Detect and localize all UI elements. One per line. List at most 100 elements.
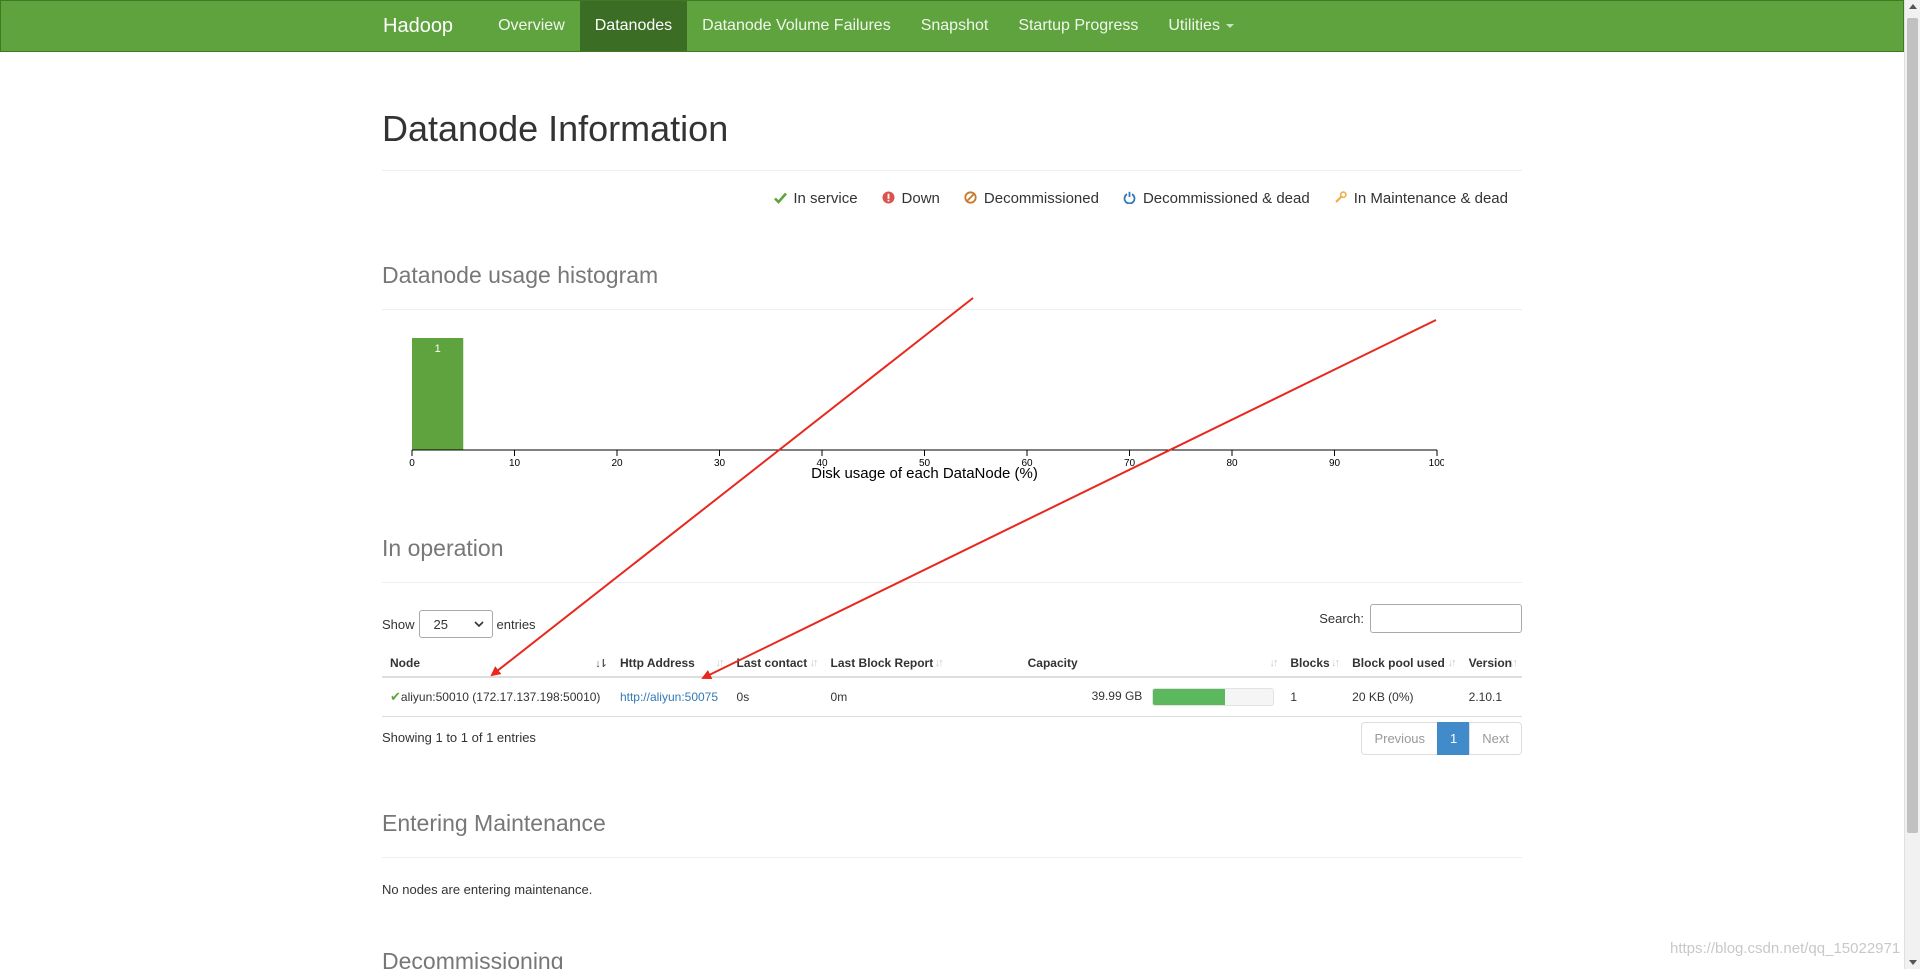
node-name: aliyun:50010 (172.17.137.198:50010) — [400, 690, 601, 704]
maintenance-note: No nodes are entering maintenance. — [382, 882, 593, 897]
nav-startup-progress[interactable]: Startup Progress — [1003, 1, 1153, 51]
col-label: Capacity — [1027, 656, 1078, 670]
nav-utilities[interactable]: Utilities — [1153, 1, 1249, 51]
page-title: Datanode Information — [382, 108, 729, 149]
divider — [382, 309, 1522, 310]
nav-datanodes[interactable]: Datanodes — [579, 1, 688, 51]
blocks-link[interactable]: 1 — [1290, 690, 1297, 704]
http-address-link[interactable]: http://aliyun:50075 — [620, 690, 718, 704]
x-tick-label: 20 — [611, 458, 623, 469]
nav-overview[interactable]: Overview — [483, 1, 580, 51]
table-header-row: Node ↓⇂ Http Address ↓↑ Last contact ↓↑ Las… — [382, 648, 1522, 678]
legend-label: Down — [901, 190, 940, 207]
cell-last-contact: 0s — [728, 677, 823, 717]
x-tick-label: 80 — [1226, 458, 1238, 469]
col-version[interactable]: Version ↓↑ — [1460, 648, 1522, 678]
capacity-bar-fill — [1153, 689, 1226, 705]
scroll-down-icon[interactable] — [1909, 960, 1917, 965]
legend-decommissioned-dead: Decommissioned & dead — [1123, 190, 1310, 207]
pagination: Previous 1 Next — [1361, 722, 1522, 755]
x-tick-label: 90 — [1329, 458, 1341, 469]
col-label: Version — [1468, 656, 1512, 670]
ban-icon — [964, 190, 978, 207]
sort-icon: ↓↑ — [1447, 657, 1457, 669]
cell-capacity: 39.99 GB — [947, 677, 1283, 717]
sort-icon: ↓↑ — [715, 657, 725, 669]
nav-utilities-label: Utilities — [1168, 17, 1220, 34]
search-label: Search: — [1319, 611, 1364, 626]
decommissioning-section-title: Decommissioning — [382, 948, 564, 969]
cell-node: ✔aliyun:50010 (172.17.137.198:50010) — [382, 677, 612, 717]
chevron-down-icon — [473, 621, 484, 627]
col-last-contact[interactable]: Last contact ↓↑ — [728, 648, 823, 678]
search-input[interactable] — [1370, 604, 1522, 633]
cell-block-pool-used: 20 KB (0%) — [1344, 677, 1461, 717]
col-http-address[interactable]: Http Address ↓↑ — [611, 648, 729, 678]
exclamation-circle-icon — [882, 191, 896, 207]
legend-maintenance-dead: In Maintenance & dead — [1334, 190, 1508, 207]
x-axis-label: Disk usage of each DataNode (%) — [811, 465, 1038, 482]
x-tick-label: 30 — [714, 458, 726, 469]
maintenance-section-title: Entering Maintenance — [382, 810, 606, 836]
page-length-value: 25 — [433, 616, 448, 632]
nav-snapshot[interactable]: Snapshot — [906, 1, 1004, 51]
col-label: Http Address — [619, 656, 695, 670]
col-label: Last Block Report — [830, 656, 934, 670]
operation-section-title: In operation — [382, 535, 504, 561]
usage-histogram: 10 10 20 30 40 50 60 70 80 90 100Disk usage of eac… — [409, 338, 1444, 482]
divider — [382, 170, 1522, 171]
col-capacity[interactable]: Capacity ↓↑ — [947, 648, 1283, 678]
table-search: Search: — [1319, 604, 1522, 633]
scroll-up-icon[interactable] — [1909, 4, 1917, 9]
caret-down-icon — [1225, 24, 1234, 28]
sort-asc-icon: ↓⇂ — [595, 658, 608, 670]
legend-label: Decommissioned — [983, 190, 1099, 207]
wrench-icon — [1334, 190, 1348, 207]
previous-button[interactable]: Previous — [1361, 722, 1439, 755]
legend-down: Down — [882, 190, 940, 207]
divider — [382, 582, 1522, 583]
x-tick-label: 100 — [1429, 458, 1444, 469]
page-length-control: Show 25 entries — [382, 610, 536, 638]
nav-volume-failures[interactable]: Datanode Volume Failures — [687, 1, 906, 51]
x-tick-label: 10 — [509, 458, 521, 469]
power-icon — [1123, 191, 1137, 207]
col-last-block-report[interactable]: Last Block Report ↓↑ — [822, 648, 948, 678]
top-navbar: Hadoop Overview Datanodes Datanode Volum… — [0, 0, 1904, 52]
col-node[interactable]: Node ↓⇂ — [382, 648, 612, 678]
bar-value-label: 1 — [435, 343, 441, 355]
table-row: ✔aliyun:50010 (172.17.137.198:50010) htt… — [382, 677, 1522, 717]
divider — [382, 857, 1522, 858]
legend-label: In service — [793, 190, 858, 207]
watermark: https://blog.csdn.net/qq_15022971 — [1670, 940, 1901, 957]
legend-label: Decommissioned & dead — [1142, 190, 1310, 207]
page-scrollbar[interactable] — [1904, 0, 1920, 969]
check-icon: ✔ — [390, 689, 401, 704]
legend-in-service: In service — [773, 190, 858, 207]
table-info: Showing 1 to 1 of 1 entries — [382, 730, 536, 745]
cell-http: http://aliyun:50075 — [611, 677, 729, 717]
col-label: Last contact — [736, 656, 808, 670]
capacity-bar — [1152, 688, 1275, 706]
sort-icon: ↓↑ — [1331, 657, 1340, 669]
x-tick-label: 0 — [409, 458, 415, 469]
col-label: Blocks — [1290, 656, 1330, 670]
scroll-thumb[interactable] — [1907, 18, 1918, 833]
col-label: Block pool used — [1352, 656, 1445, 670]
col-block-pool-used[interactable]: Block pool used ↓↑ — [1344, 648, 1461, 678]
col-label: Node — [390, 656, 420, 670]
entries-label: entries — [496, 616, 536, 632]
sort-icon: ↓↑ — [934, 657, 944, 669]
col-blocks[interactable]: Blocks ↓↑ — [1282, 648, 1345, 678]
brand-logo[interactable]: Hadoop — [371, 1, 483, 51]
x-tick-label: 70 — [1124, 458, 1136, 469]
status-legend: In service Down Decommissioned Decommiss… — [773, 190, 1508, 207]
sort-icon: ↓↑ — [1509, 657, 1518, 669]
legend-decommissioned: Decommissioned — [964, 190, 1099, 207]
show-label: Show — [382, 616, 415, 632]
page-1-button[interactable]: 1 — [1437, 722, 1471, 755]
next-button[interactable]: Next — [1469, 722, 1522, 755]
legend-label: In Maintenance & dead — [1353, 190, 1508, 207]
page-length-select[interactable]: 25 — [418, 610, 493, 638]
datanode-table: Node ↓⇂ Http Address ↓↑ Last contact ↓↑ Las… — [382, 648, 1522, 717]
